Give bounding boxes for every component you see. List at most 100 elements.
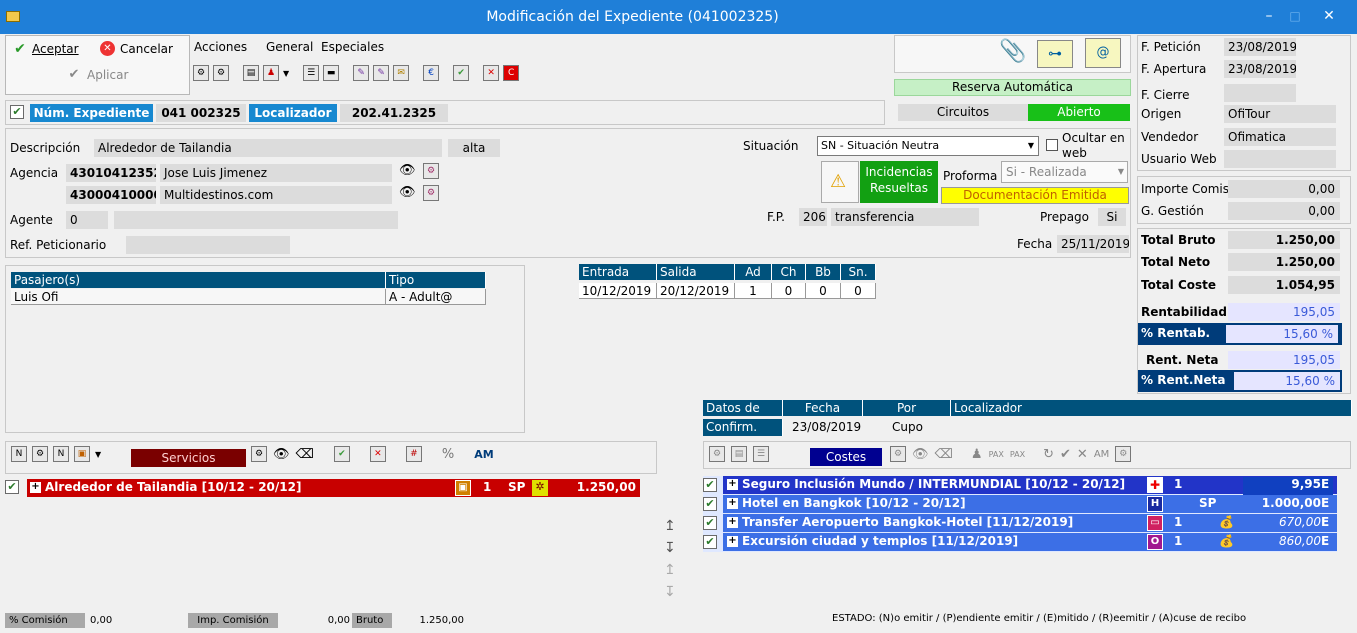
- accept-button[interactable]: ✔ Aceptar: [12, 41, 78, 57]
- dropdown-icon[interactable]: ▼: [283, 69, 289, 78]
- ocultar-web-checkbox[interactable]: [1046, 139, 1058, 151]
- delete-icon[interactable]: ✕: [369, 446, 386, 462]
- delete-icon[interactable]: ✕: [483, 65, 500, 81]
- maximize-button[interactable]: □: [1276, 0, 1314, 34]
- agencia1-code[interactable]: 43010412352: [66, 164, 156, 182]
- edit-icon[interactable]: ✎: [353, 65, 370, 81]
- agency-icon[interactable]: ⚙: [1115, 446, 1132, 462]
- print-icon[interactable]: ▤: [243, 65, 259, 81]
- agency-icon[interactable]: ⚙: [193, 65, 209, 81]
- pasajero-name[interactable]: Luis Ofi: [11, 289, 386, 305]
- coste-checkbox[interactable]: ✔: [703, 478, 717, 492]
- total-coste-value: 1.054,95: [1228, 276, 1340, 294]
- list-icon[interactable]: ☰: [303, 65, 320, 81]
- coste-row[interactable]: + Hotel en Bangkok [10/12 - 20/12] H SP …: [723, 495, 1337, 513]
- agency-icon[interactable]: ⚙: [251, 446, 267, 462]
- coste-checkbox[interactable]: ✔: [703, 535, 717, 549]
- coste-checkbox[interactable]: ✔: [703, 497, 717, 511]
- coste-status: E: [1321, 496, 1330, 510]
- coste-checkbox[interactable]: ✔: [703, 516, 717, 530]
- pasajero-tipo[interactable]: A - Adult@: [386, 289, 486, 305]
- ad-value[interactable]: 1: [735, 283, 772, 299]
- percent-icon[interactable]: %: [442, 447, 454, 462]
- eraser-icon[interactable]: ⌫: [296, 447, 314, 462]
- paperclip-icon[interactable]: 📎: [999, 39, 1026, 64]
- menu-general[interactable]: General: [266, 40, 313, 54]
- bb-value[interactable]: 0: [806, 283, 841, 299]
- check-icon[interactable]: ✔: [333, 446, 350, 462]
- coste-row[interactable]: + Excursión ciudad y templos [11/12/2019…: [723, 533, 1337, 551]
- agencia2-code[interactable]: 43000410000: [66, 186, 156, 204]
- close-button[interactable]: ✕: [1310, 0, 1348, 34]
- entrada-value[interactable]: 10/12/2019: [579, 283, 657, 299]
- note-icon[interactable]: ✉: [393, 65, 410, 81]
- agency-icon[interactable]: ⚙: [890, 446, 906, 462]
- view-eye-icon[interactable]: 👁: [912, 447, 929, 462]
- expand-icon[interactable]: +: [727, 498, 738, 509]
- agency-icon[interactable]: ⚙: [709, 446, 725, 462]
- edit-alt-icon[interactable]: ✎: [373, 65, 390, 81]
- warning-button[interactable]: ⚠: [821, 161, 859, 203]
- check-icon[interactable]: ✔: [453, 65, 470, 81]
- people-icon[interactable]: ♟: [263, 65, 279, 81]
- move-up-icon[interactable]: ↥: [664, 518, 676, 534]
- delete-icon[interactable]: ✕: [1077, 447, 1088, 462]
- c-icon[interactable]: C: [503, 65, 520, 81]
- eraser-icon[interactable]: ⌫: [935, 447, 953, 462]
- expand-icon[interactable]: +: [727, 479, 738, 490]
- coste-row[interactable]: + Transfer Aeropuerto Bangkok-Hotel [11/…: [723, 514, 1337, 532]
- fecha-value: 25/11/2019: [1057, 235, 1129, 253]
- imp-comision-value: 0,00: [327, 615, 350, 626]
- coste-row[interactable]: + Seguro Inclusión Mundo / INTERMUNDIAL …: [723, 476, 1337, 495]
- check-icon[interactable]: ✔: [1060, 447, 1071, 462]
- sn-value[interactable]: 0: [841, 283, 876, 299]
- email-document-icon[interactable]: @: [1085, 38, 1121, 68]
- menu-especiales[interactable]: Especiales: [321, 40, 384, 54]
- agente-code[interactable]: 0: [66, 211, 108, 229]
- servicio-row[interactable]: + Alrededor de Tailandia [10/12 - 20/12]…: [27, 479, 640, 497]
- link-document-icon[interactable]: ⊶: [1037, 40, 1073, 68]
- view-eye-icon[interactable]: 👁: [399, 163, 416, 178]
- expand-icon[interactable]: +: [30, 482, 41, 493]
- fp-code[interactable]: 206: [799, 208, 827, 226]
- agency-detail-icon[interactable]: ⚙: [423, 185, 439, 201]
- refresh-icon[interactable]: ↻: [1043, 447, 1054, 462]
- pax-room-icon[interactable]: PAX: [989, 450, 1004, 459]
- new-alt-icon[interactable]: N: [53, 446, 69, 462]
- usuario-web-value: [1224, 150, 1336, 168]
- move-bottom-icon[interactable]: ↧: [664, 584, 676, 600]
- descripcion-input[interactable]: Alrededor de Tailandia: [94, 139, 442, 157]
- situacion-select[interactable]: SN - Situación Neutra ▼: [817, 136, 1039, 156]
- briefcase-icon[interactable]: ▬: [323, 65, 340, 81]
- am-icon[interactable]: AM: [474, 448, 493, 461]
- ref-peticionario-input[interactable]: [126, 236, 290, 254]
- pax-icon[interactable]: PAX: [1010, 450, 1025, 459]
- am-icon[interactable]: AM: [1094, 449, 1109, 460]
- proforma-select[interactable]: Si - Realizada ▼: [1001, 161, 1128, 183]
- list-icon[interactable]: ☰: [753, 446, 769, 462]
- agency-icon[interactable]: ⚙: [32, 446, 48, 462]
- menu-acciones[interactable]: Acciones: [194, 40, 247, 54]
- euro-icon[interactable]: €: [423, 65, 440, 81]
- move-top-icon[interactable]: ↥: [664, 562, 676, 578]
- agency-alt-icon[interactable]: ⚙: [213, 65, 229, 81]
- view-eye-icon[interactable]: 👁: [273, 447, 290, 462]
- dropdown-icon[interactable]: ▼: [95, 450, 101, 459]
- copy-icon[interactable]: ▤: [731, 446, 747, 462]
- expand-icon[interactable]: +: [727, 536, 738, 547]
- apply-button[interactable]: ✔ Aplicar: [66, 67, 129, 82]
- servicio-checkbox[interactable]: ✔: [5, 480, 19, 494]
- package-icon[interactable]: ▣: [74, 446, 90, 462]
- agency-detail-icon[interactable]: ⚙: [423, 163, 439, 179]
- people-icon[interactable]: ♟: [971, 447, 983, 462]
- expand-icon[interactable]: +: [727, 517, 738, 528]
- coste-status: E: [1321, 477, 1330, 491]
- expediente-checkbox[interactable]: ✔: [10, 105, 24, 119]
- move-down-icon[interactable]: ↧: [664, 540, 676, 556]
- pvp-icon[interactable]: #: [405, 446, 422, 462]
- ch-value[interactable]: 0: [772, 283, 806, 299]
- new-service-icon[interactable]: N: [11, 446, 27, 462]
- salida-value[interactable]: 20/12/2019: [657, 283, 735, 299]
- view-eye-icon[interactable]: 👁: [399, 185, 416, 200]
- cancel-button[interactable]: ✕ Cancelar: [100, 41, 173, 56]
